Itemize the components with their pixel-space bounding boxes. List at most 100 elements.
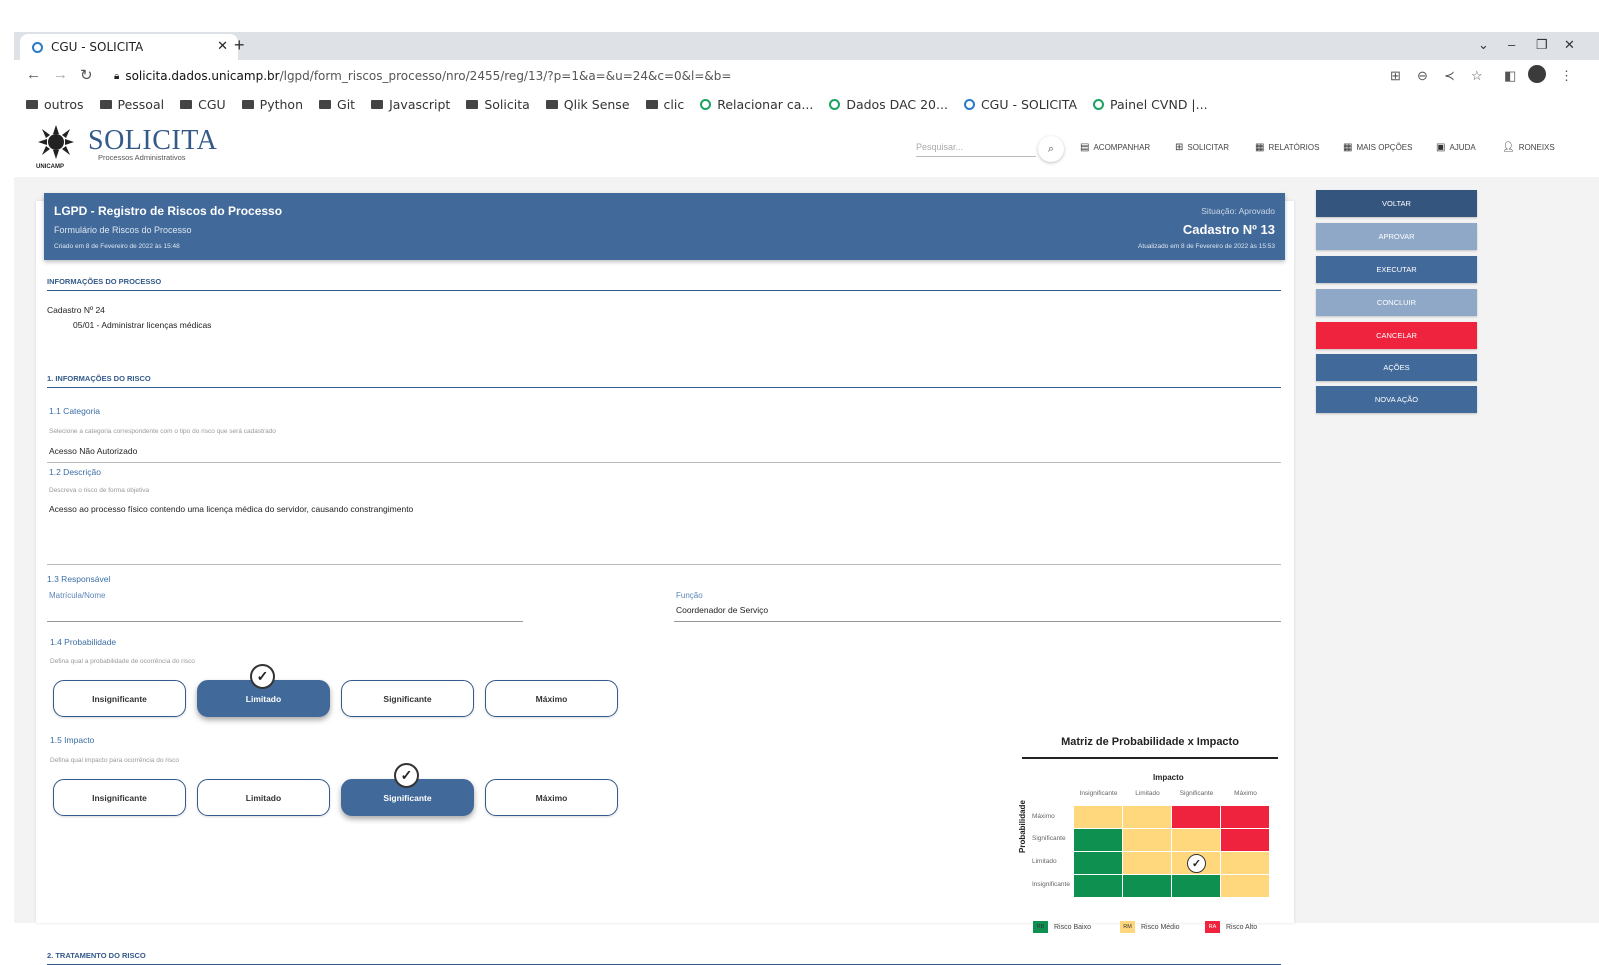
logo-caption: UNICAMP: [36, 164, 64, 170]
app-page: UNICAMP SOLICITA Processos Administrativ…: [14, 119, 1599, 965]
browser-tab[interactable]: CGU - SOLICITA ✕: [20, 34, 238, 60]
matrix-cell: [1172, 829, 1220, 851]
bookmark-item[interactable]: Painel CVND |...: [1093, 97, 1208, 112]
description-label: 1.2 Descrição: [49, 467, 101, 477]
share-icon[interactable]: ≺: [1444, 68, 1455, 84]
bookmark-label: outros: [44, 96, 84, 112]
nav-acompanhar[interactable]: ▤ ACOMPANHAR: [1080, 142, 1150, 153]
matrix-cell: [1123, 806, 1171, 828]
probability-option-significante[interactable]: Significante: [341, 680, 474, 717]
matrix-cell: [1221, 875, 1269, 897]
nav-mais-opcoes[interactable]: ▦ MAIS OPÇÕES: [1343, 142, 1412, 153]
impact-option-limitado[interactable]: Limitado: [197, 779, 330, 816]
funcao-value[interactable]: Coordenador de Serviço: [676, 605, 768, 615]
nova-acao-button[interactable]: NOVA AÇÃO: [1316, 386, 1477, 413]
description-value[interactable]: Acesso ao processo físico contendo uma l…: [49, 504, 413, 514]
side-panel-icon[interactable]: ◧: [1504, 68, 1516, 84]
matrix-cell: [1074, 829, 1122, 851]
minimize-icon[interactable]: –: [1508, 37, 1515, 52]
nav-solicitar[interactable]: ⊞ SOLICITAR: [1175, 142, 1229, 153]
bookmark-item[interactable]: Javascript: [371, 97, 450, 112]
folder-icon: [99, 99, 112, 109]
folder-icon: [545, 99, 558, 109]
divider: [47, 462, 1281, 463]
bookmark-item[interactable]: CGU - SOLICITA: [963, 96, 1078, 112]
site-favicon-icon: [963, 98, 975, 110]
concluir-button[interactable]: CONCLUIR: [1316, 289, 1477, 316]
bookmark-item[interactable]: Git: [319, 97, 355, 112]
impact-option-maximo[interactable]: Máximo: [485, 779, 618, 816]
bookmark-item[interactable]: clic: [645, 97, 684, 112]
site-favicon-icon: [829, 98, 841, 110]
probability-option-insignificante[interactable]: Insignificante: [53, 680, 186, 717]
probability-option-maximo[interactable]: Máximo: [485, 680, 618, 717]
nav-relatorios[interactable]: ▦ RELATÓRIOS: [1255, 142, 1319, 153]
bookmark-item[interactable]: Pessoal: [99, 97, 164, 112]
translate-icon[interactable]: ⊞: [1390, 68, 1401, 84]
acoes-button[interactable]: AÇÕES: [1316, 354, 1477, 381]
report-icon: ▦: [1255, 142, 1265, 153]
forward-icon[interactable]: →: [53, 66, 68, 83]
nav-user[interactable]: 👤︎ RONEIXS: [1502, 142, 1555, 153]
probability-label: 1.4 Probabilidade: [50, 637, 117, 647]
tab-search-icon[interactable]: ⌄: [1478, 37, 1489, 53]
unicamp-logo-icon: [38, 125, 74, 159]
bookmark-item[interactable]: CGU: [180, 97, 226, 112]
executar-button[interactable]: EXECUTAR: [1316, 256, 1477, 283]
form-header: LGPD - Registro de Riscos do Processo Fo…: [44, 193, 1285, 260]
matrix-cell: [1123, 875, 1171, 897]
folder-icon: [319, 99, 332, 109]
bookmark-item[interactable]: Relacionar ca...: [700, 97, 813, 112]
restore-icon[interactable]: ❐: [1536, 37, 1548, 53]
created-date: Criado em 8 de Fevereiro de 2022 às 15:4…: [54, 243, 180, 250]
bookmark-item[interactable]: Python: [241, 97, 303, 112]
aprovar-button[interactable]: APROVAR: [1316, 223, 1477, 250]
profile-avatar[interactable]: [1528, 65, 1546, 83]
search-icon[interactable]: ⌕: [1038, 136, 1064, 162]
new-tab-icon[interactable]: +: [234, 35, 245, 56]
bookmark-label: Qlik Sense: [563, 96, 630, 112]
matrix-cell: [1221, 806, 1269, 828]
nav-ajuda[interactable]: ▣ AJUDA: [1436, 142, 1476, 153]
check-icon: ✓: [394, 763, 419, 788]
matrix-title: Matriz de Probabilidade x Impacto: [1022, 736, 1278, 759]
section-treatment: 2. TRATAMENTO DO RISCO: [47, 951, 1281, 965]
impact-option-insignificante[interactable]: Insignificante: [53, 779, 186, 816]
form-title: LGPD - Registro de Riscos do Processo: [54, 204, 283, 218]
matrix-cell: [1123, 852, 1171, 874]
address-bar[interactable]: 🔒︎ solicita.dados.unicamp.br/lgpd/form_r…: [114, 65, 1400, 87]
list-icon: ▤: [1080, 142, 1090, 153]
close-tab-icon[interactable]: ✕: [217, 39, 228, 54]
bookmark-item[interactable]: outros: [26, 97, 84, 112]
zoom-icon[interactable]: ⊖: [1417, 68, 1428, 84]
bookmark-label: Painel CVND |...: [1110, 96, 1208, 112]
bookmark-star-icon[interactable]: ☆: [1471, 68, 1483, 84]
back-icon[interactable]: ←: [26, 66, 41, 83]
bookmark-label: CGU - SOLICITA: [980, 96, 1078, 112]
probability-hint: Defina qual a probabilidade de ocorrênci…: [50, 658, 195, 665]
reload-icon[interactable]: ↻: [80, 66, 93, 84]
bookmark-label: Javascript: [389, 96, 451, 112]
category-value[interactable]: Acesso Não Autorizado: [49, 446, 137, 456]
voltar-button[interactable]: VOLTAR: [1316, 190, 1477, 217]
bookmark-item[interactable]: Dados DAC 20...: [829, 97, 948, 112]
bookmark-label: Dados DAC 20...: [846, 96, 948, 112]
process-activity: 05/01 - Administrar licenças médicas: [73, 320, 212, 330]
folder-icon: [371, 99, 384, 109]
top-navigation: UNICAMP SOLICITA Processos Administrativ…: [14, 119, 1599, 177]
section-process-info: INFORMAÇÕES DO PROCESSO: [47, 277, 1281, 291]
search-input[interactable]: Pesquisar...: [916, 139, 1036, 157]
bookmark-item[interactable]: Qlik Sense: [545, 96, 630, 112]
bookmark-item[interactable]: Solicita: [466, 97, 530, 112]
matricula-field[interactable]: [47, 621, 523, 622]
check-icon: ✓: [1187, 854, 1206, 873]
menu-icon[interactable]: ⋮: [1560, 68, 1573, 84]
folder-icon: [26, 99, 38, 109]
section-risk-info: 1. INFORMAÇÕES DO RISCO: [47, 374, 1281, 388]
folder-icon: [241, 99, 254, 109]
lock-icon: 🔒︎: [114, 70, 120, 82]
help-icon: ▣: [1436, 142, 1446, 153]
cancelar-button[interactable]: CANCELAR: [1316, 322, 1477, 349]
matrix-cell: [1074, 875, 1122, 897]
close-window-icon[interactable]: ✕: [1564, 37, 1575, 53]
